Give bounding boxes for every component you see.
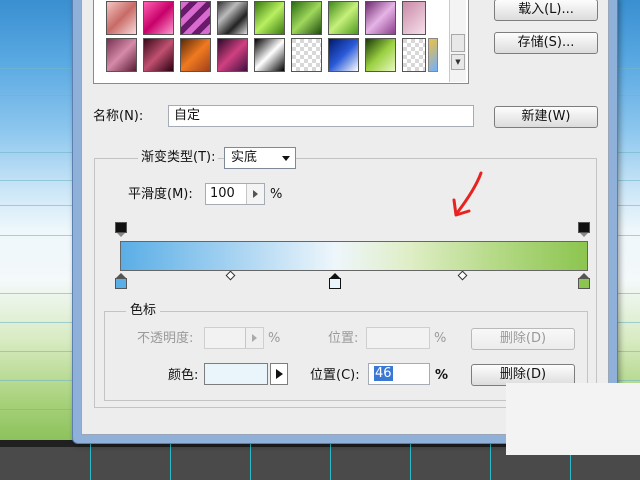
preset-swatch[interactable] [143,1,174,35]
canvas-guide [170,440,171,480]
save-button[interactable]: 存储(S)... [494,32,598,54]
canvas-guide [90,440,91,480]
preset-swatch[interactable] [402,1,426,35]
load-button[interactable]: 载入(L)... [494,0,598,21]
scroll-thumb[interactable] [451,34,465,52]
smoothness-value: 100 [210,186,235,201]
name-label: 名称(N): [93,109,144,124]
preset-swatch[interactable] [291,38,322,72]
opacity-stop-right[interactable] [578,222,590,238]
color-swatch[interactable] [204,363,268,385]
canvas-guide [330,440,331,480]
preset-swatch[interactable] [254,38,285,72]
opacity-label: 不透明度: [137,331,194,346]
gradient-presets-panel: ▼ [93,0,469,84]
gradient-type-value: 实底 [231,150,258,165]
gradient-type-select[interactable]: 实底 [224,147,296,169]
preset-swatch[interactable] [217,38,248,72]
color-stops-group-title: 色标 [126,302,161,320]
preset-grid [106,0,446,78]
gradient-editor-dialog: ▼ 载入(L)... 存储(S)... 名称(N): 自定 新建(W) 渐变类型… [72,0,618,444]
delete-opacity-stop-button: 删除(D) [471,328,575,350]
preset-swatch[interactable] [402,38,426,72]
red-annotation-arrow-icon [452,171,483,217]
play-arrow-icon [245,328,263,348]
play-arrow-icon[interactable] [246,184,264,204]
location-input[interactable]: 46 [368,363,430,385]
preset-swatch[interactable] [328,1,359,35]
opacity-location-label: 位置: [328,331,359,346]
name-input[interactable]: 自定 [168,105,474,127]
location-unit: % [435,368,449,383]
preset-swatch[interactable] [106,38,137,72]
chevron-down-icon [282,156,290,161]
overlay-panel [506,383,640,455]
scroll-down-arrow-icon[interactable]: ▼ [451,54,465,70]
gradient-preview-bar[interactable] [120,241,588,271]
location-label: 位置(C): [310,368,360,383]
canvas-guide [410,440,411,480]
color-menu-arrow-icon[interactable] [270,363,288,385]
preset-swatch[interactable] [217,1,248,35]
opacity-location-input [366,327,430,349]
new-button[interactable]: 新建(W) [494,106,598,128]
opacity-stepper [204,327,264,349]
color-label: 颜色: [168,368,199,383]
color-stop-selected[interactable] [329,273,341,289]
color-stop-right[interactable] [578,273,590,289]
preset-swatch[interactable] [428,38,438,72]
dialog-body: ▼ 载入(L)... 存储(S)... 名称(N): 自定 新建(W) 渐变类型… [81,0,609,435]
presets-scrollbar[interactable]: ▼ [449,0,466,82]
gradient-type-label: 渐变类型(T): [138,149,219,167]
preset-swatch[interactable] [143,38,174,72]
smoothness-unit: % [270,187,283,202]
preset-swatch[interactable] [291,1,322,35]
preset-swatch[interactable] [365,38,396,72]
preset-swatch[interactable] [106,1,137,35]
preset-swatch[interactable] [328,38,359,72]
preset-swatch[interactable] [254,1,285,35]
color-stop-left[interactable] [115,273,127,289]
opacity-unit: % [268,331,281,346]
preset-swatch[interactable] [365,1,396,35]
opacity-location-unit: % [434,331,447,346]
preset-swatch[interactable] [180,1,211,35]
smoothness-stepper[interactable]: 100 [205,183,265,205]
smoothness-label: 平滑度(M): [128,187,193,202]
canvas-guide [490,440,491,480]
location-value: 46 [374,366,393,381]
canvas-guide [250,440,251,480]
opacity-stop-left[interactable] [115,222,127,238]
preset-swatch[interactable] [180,38,211,72]
